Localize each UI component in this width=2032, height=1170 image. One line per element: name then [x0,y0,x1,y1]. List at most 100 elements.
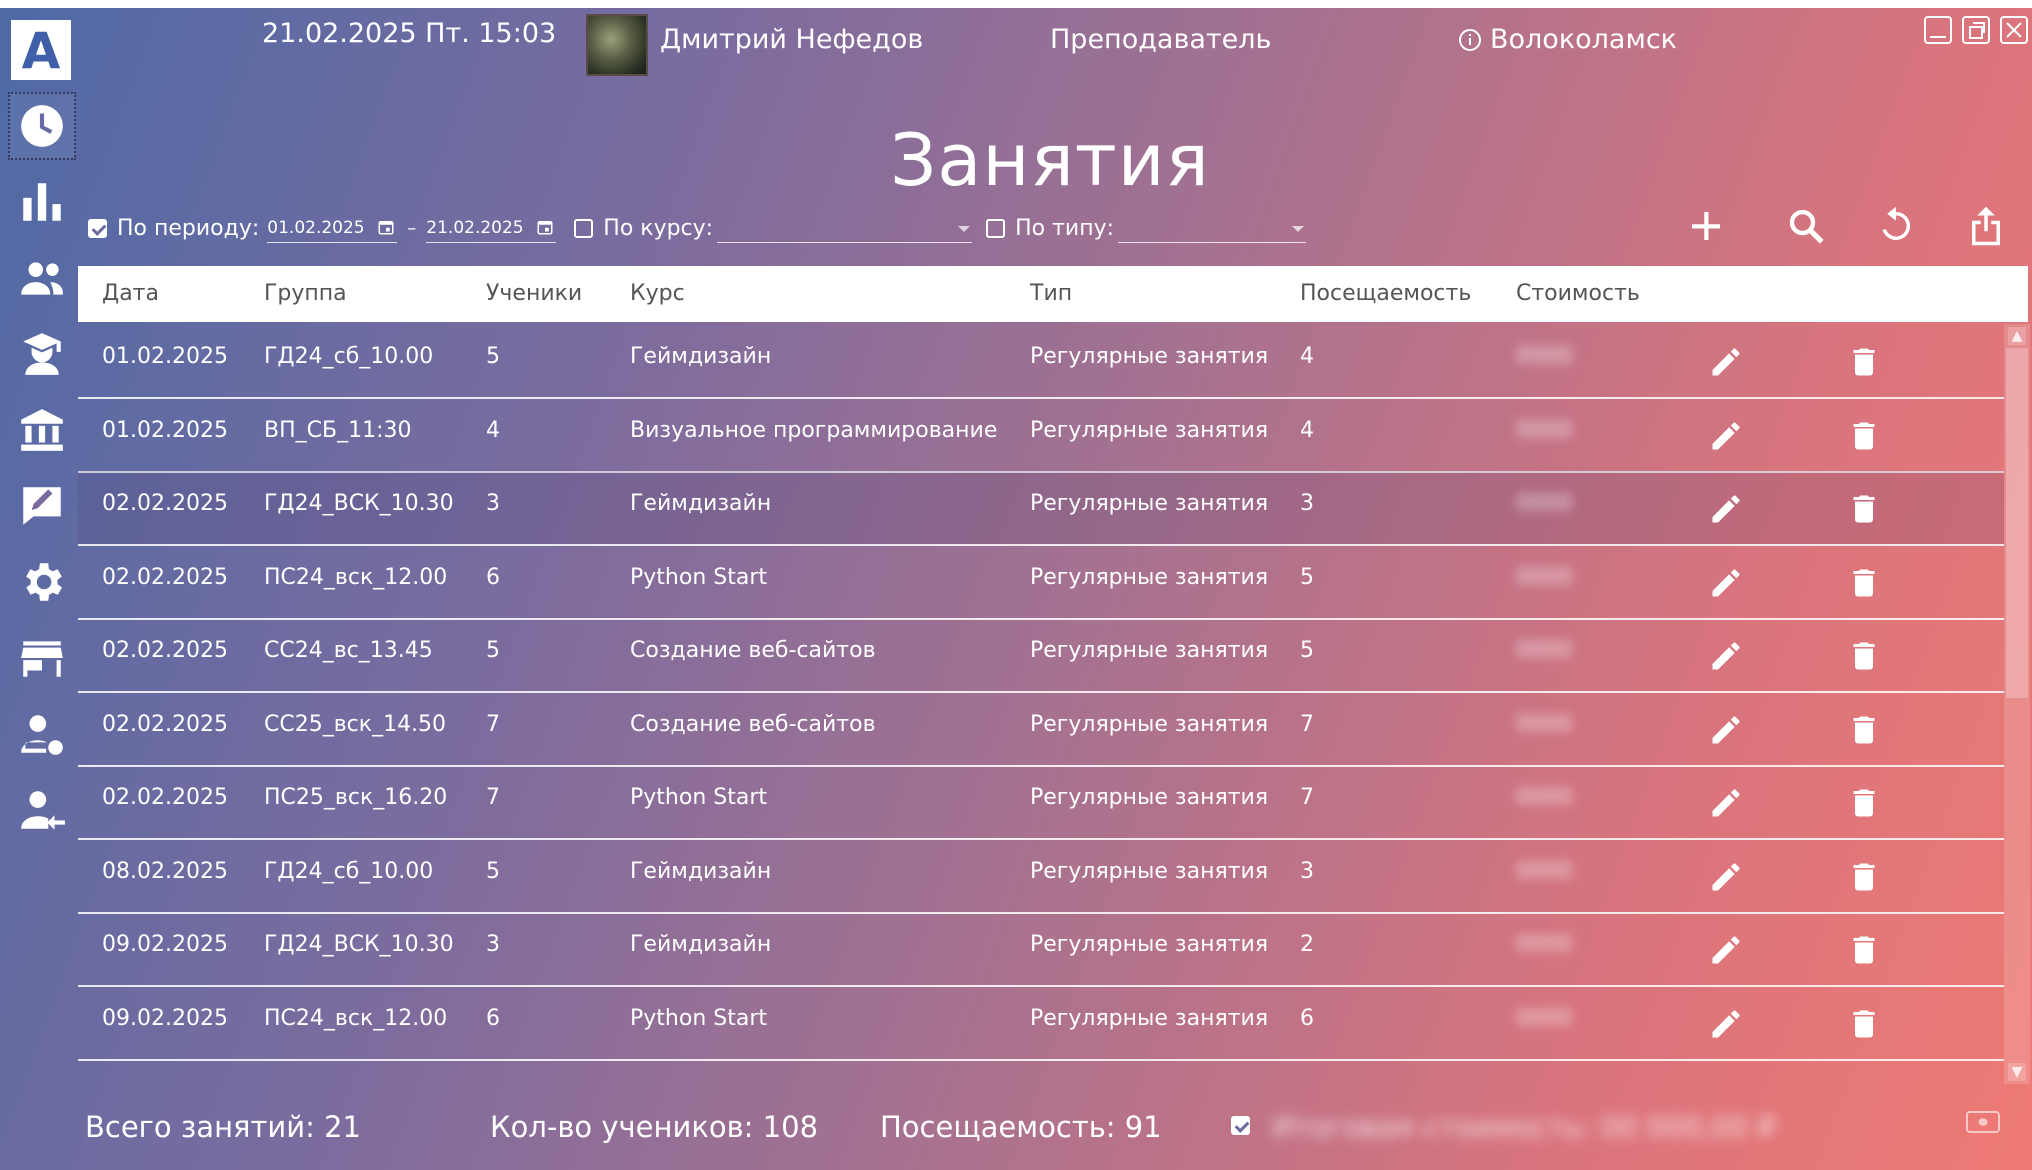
sidebar-item-store[interactable] [8,624,76,692]
date-to-field[interactable]: 21.02.2025 [426,214,557,243]
course-select[interactable] [717,214,973,243]
refresh-button[interactable] [1870,200,1922,252]
visibility-toggle[interactable] [1966,1111,2000,1133]
table-row[interactable]: 02.02.2025 ПС25_вск_16.20 7 Python Start… [78,765,2004,840]
app-logo: A [11,20,71,80]
table-row[interactable]: 02.02.2025 СС24_вс_13.45 5 Создание веб-… [78,618,2004,693]
pencil-icon [1712,789,1740,817]
sidebar-item-user-leave[interactable] [8,776,76,844]
lessons-table: 01.02.2025 ГД24_сб_10.00 5 Геймдизайн Ре… [78,324,2004,1084]
delete-button[interactable] [1846,418,1882,454]
plus-icon [1692,212,1720,240]
edit-button[interactable] [1708,932,1744,968]
user-name[interactable]: Дмитрий Нефедов [660,24,923,55]
cell-group: ГД24_сб_10.00 [264,344,434,369]
table-row[interactable]: 09.02.2025 ПС24_вск_12.00 6 Python Start… [78,986,2004,1061]
column-header-students[interactable]: Ученики [486,281,582,306]
column-header-cost[interactable]: Стоимость [1516,281,1640,306]
calendar-icon[interactable] [377,218,395,236]
avatar[interactable] [586,14,648,76]
delete-button[interactable] [1846,565,1882,601]
cell-date: 02.02.2025 [102,711,228,737]
sidebar-item-settings[interactable] [8,548,76,616]
course-checkbox[interactable] [574,219,594,238]
period-checkbox[interactable] [88,219,107,238]
table-row[interactable]: 02.02.2025 ГД24_ВСК_10.30 3 Геймдизайн Р… [78,471,2004,546]
edit-button[interactable] [1708,565,1744,601]
table-row[interactable]: 09.02.2025 ГД24_ВСК_10.30 3 Геймдизайн Р… [78,912,2004,987]
date-separator: – [407,218,417,239]
cell-date: 09.02.2025 [102,1005,228,1031]
page-title: Занятия [890,118,1210,202]
cell-course: Визуальное программирование [630,417,998,443]
pencil-icon [1712,936,1740,964]
scroll-down-icon[interactable]: ▼ [2008,1063,2026,1081]
edit-button[interactable] [1708,638,1744,674]
cell-students: 5 [486,638,500,663]
column-header-course[interactable]: Курс [630,281,685,306]
edit-button[interactable] [1708,859,1744,895]
sidebar-item-groups[interactable] [8,244,76,312]
type-select[interactable] [1118,214,1307,243]
cell-date: 01.02.2025 [102,417,228,443]
delete-button[interactable] [1846,344,1882,380]
location[interactable]: Волоколамск [1458,24,1677,55]
add-button[interactable] [1680,200,1732,252]
sidebar-item-notes[interactable] [8,472,76,540]
type-label: По типу: [1015,216,1115,241]
table-row[interactable]: 08.02.2025 ГД24_сб_10.00 5 Геймдизайн Ре… [78,839,2004,914]
trash-icon [1853,716,1875,743]
close-button[interactable] [2000,16,2028,44]
scroll-up-icon[interactable]: ▲ [2008,327,2026,345]
cell-course: Python Start [630,564,767,590]
cell-type: Регулярные занятия [1030,344,1269,369]
edit-button[interactable] [1708,418,1744,454]
sidebar-item-students[interactable] [8,320,76,388]
column-header-group[interactable]: Группа [264,281,347,306]
sidebar-item-user-settings[interactable] [8,700,76,768]
edit-button[interactable] [1708,344,1744,380]
delete-button[interactable] [1846,859,1882,895]
vertical-scrollbar[interactable]: ▲ ▼ [2004,324,2030,1084]
edit-button[interactable] [1708,1006,1744,1042]
delete-button[interactable] [1846,932,1882,968]
course-label: По курсу: [603,216,714,241]
total-cost-checkbox[interactable] [1231,1116,1250,1135]
table-row[interactable]: 01.02.2025 ВП_СБ_11:30 4 Визуальное прог… [78,398,2004,473]
delete-button[interactable] [1846,785,1882,821]
share-icon [1972,206,2000,246]
calendar-icon[interactable] [536,218,554,236]
column-header-date[interactable]: Дата [102,281,159,306]
type-checkbox[interactable] [986,219,1006,238]
restore-button[interactable] [1962,16,1990,44]
trash-icon [1853,495,1875,523]
table-row[interactable]: 01.02.2025 ГД24_сб_10.00 5 Геймдизайн Ре… [78,324,2004,399]
table-row[interactable]: 02.02.2025 ПС24_вск_12.00 6 Python Start… [78,545,2004,620]
delete-button[interactable] [1846,491,1882,527]
table-row[interactable]: 02.02.2025 СС25_вск_14.50 7 Создание веб… [78,692,2004,767]
cell-group: ПС24_вск_12.00 [264,564,448,590]
cell-attendance: 7 [1300,711,1314,737]
cell-attendance: 7 [1300,785,1314,810]
date-from-field[interactable]: 01.02.2025 [267,214,398,243]
cell-students: 5 [486,344,500,369]
chevron-down-icon [958,226,971,232]
search-button[interactable] [1780,200,1832,252]
column-header-type[interactable]: Тип [1030,281,1072,306]
edit-button[interactable] [1708,491,1744,527]
column-header-attendance[interactable]: Посещаемость [1300,281,1471,306]
cell-date: 02.02.2025 [102,491,228,516]
cell-course: Геймдизайн [630,858,772,884]
graduate-icon [23,333,61,375]
minimize-button[interactable] [1924,16,1952,44]
edit-button[interactable] [1708,712,1744,748]
delete-button[interactable] [1846,638,1882,674]
edit-button[interactable] [1708,785,1744,821]
cell-attendance: 4 [1300,417,1314,443]
delete-button[interactable] [1846,1006,1882,1042]
sidebar-item-institution[interactable] [8,396,76,464]
scrollbar-thumb[interactable] [2006,348,2028,698]
delete-button[interactable] [1846,712,1882,748]
export-button[interactable] [1960,200,2012,252]
cell-cost: 0000 [1516,344,1572,369]
